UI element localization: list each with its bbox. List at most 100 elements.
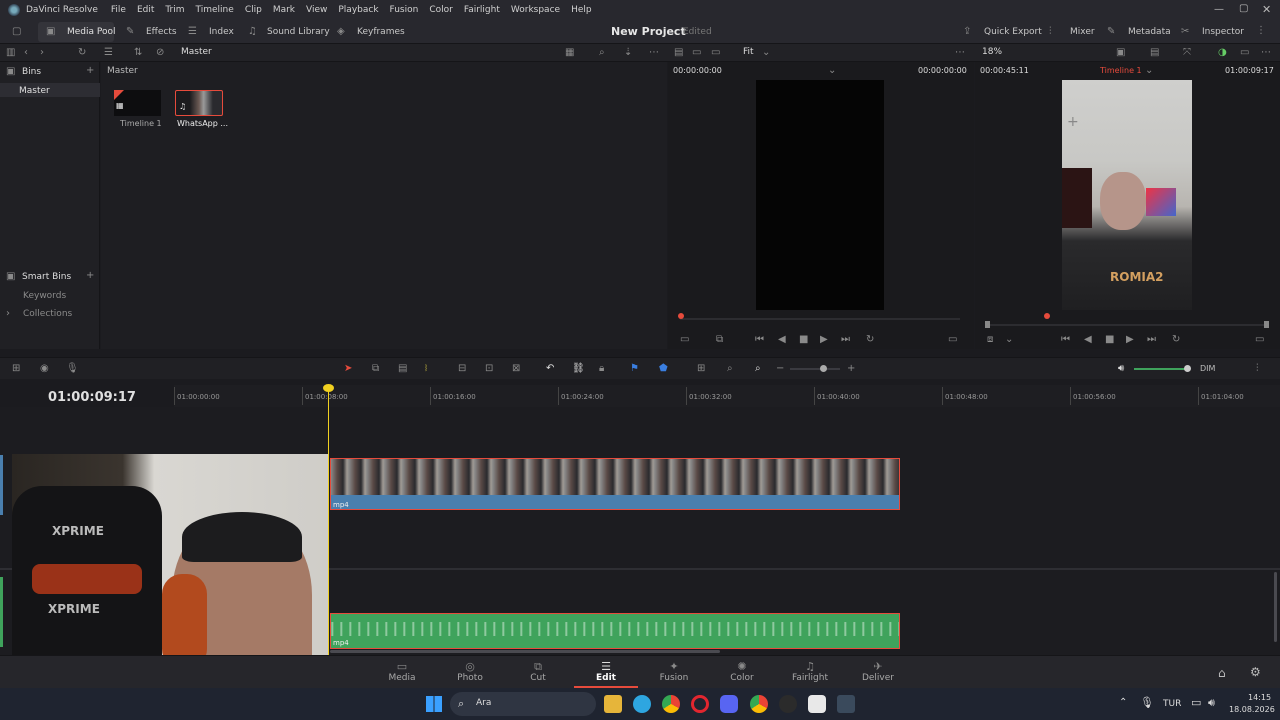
close-icon[interactable]: ✕ — [1262, 3, 1271, 16]
page-edit[interactable]: ☰ Edit — [576, 660, 636, 683]
menu-file[interactable]: File — [111, 5, 126, 15]
pool-options-icon[interactable]: ⋯ — [649, 47, 659, 59]
source-forward-icon[interactable]: ⏭ — [841, 334, 850, 346]
transform-icon[interactable]: ⤧ — [1183, 47, 1191, 59]
viewer-crop-chevron-icon[interactable]: ⌄ — [1005, 334, 1013, 346]
tray-mic-icon[interactable]: 🎙︎ — [1140, 696, 1154, 709]
smart-bin-collections[interactable]: Collections — [23, 309, 72, 319]
zoom-full-icon[interactable]: ⊞ — [697, 363, 705, 375]
timeline-ruler[interactable]: 01:00:00:00 01:00:08:00 01:00:16:00 01:0… — [174, 385, 1280, 407]
playhead-handle[interactable] — [323, 384, 334, 392]
menu-trim[interactable]: Trim — [165, 5, 184, 15]
metadata-button[interactable]: Metadata — [1128, 27, 1171, 37]
page-fairlight[interactable]: ♫ Fairlight — [780, 660, 840, 683]
flag-icon[interactable]: ⚑ — [630, 363, 639, 375]
layout-icon[interactable]: ⊞ — [12, 363, 20, 375]
dim-button[interactable]: DIM — [1200, 364, 1215, 373]
insert-clip-icon[interactable]: ⊟ — [458, 363, 466, 375]
minimize-icon[interactable]: — — [1214, 4, 1224, 15]
maximize-icon[interactable]: ▢ — [1239, 3, 1248, 14]
timeline-name-dropdown[interactable]: Timeline 1 — [1100, 66, 1142, 75]
color-sync-icon[interactable]: ◑ — [1218, 47, 1227, 59]
discord-icon[interactable] — [720, 695, 738, 713]
marker-icon[interactable]: ⬟ — [659, 363, 668, 375]
tray-chevron-icon[interactable]: ⌃ — [1119, 697, 1127, 708]
timeline-scrollbar[interactable] — [330, 650, 720, 653]
mic-icon[interactable]: 🎙︎ — [66, 363, 79, 375]
viewer-layout-icon[interactable]: ▭ — [1240, 47, 1249, 59]
obs-icon[interactable] — [779, 695, 797, 713]
add-smart-bin-icon[interactable]: + — [86, 270, 94, 282]
source-scrubber[interactable] — [680, 318, 960, 320]
sort-icon[interactable]: ⇅ — [134, 47, 142, 59]
source-loop-icon[interactable]: ↻ — [866, 334, 874, 346]
scrubber-end-marker[interactable] — [1264, 321, 1269, 328]
menu-fusion[interactable]: Fusion — [390, 5, 419, 15]
zoom-custom-icon[interactable]: ⌕ — [755, 363, 761, 375]
list-view-icon[interactable]: ☰ — [104, 47, 113, 59]
sound-library-button[interactable]: Sound Library — [267, 27, 330, 37]
tray-language[interactable]: TUR — [1163, 699, 1181, 709]
menu-clip[interactable]: Clip — [245, 5, 262, 15]
clip-timeline-thumb[interactable]: ▦ — [114, 90, 161, 116]
link-icon[interactable]: ⛓ — [572, 363, 585, 375]
tl-loop-icon[interactable]: ↻ — [1172, 334, 1180, 346]
keyframes-button[interactable]: Keyframes — [357, 27, 405, 37]
panel-toggle-icon[interactable]: ▢ — [12, 26, 21, 38]
zoom-slider-knob[interactable] — [820, 365, 827, 372]
source-dropdown-icon[interactable]: ⌄ — [828, 65, 836, 77]
inspector-button[interactable]: Inspector — [1202, 27, 1244, 37]
page-cut[interactable]: ⧉ Cut — [508, 660, 568, 683]
filter-icon[interactable]: ⊘ — [156, 47, 164, 59]
home-icon[interactable]: ⌂ — [1218, 667, 1226, 679]
snapping-icon[interactable]: ↶ — [546, 363, 554, 375]
forward-icon[interactable]: › — [40, 47, 44, 59]
menu-workspace[interactable]: Workspace — [511, 5, 560, 15]
chrome-profile-icon[interactable] — [750, 695, 768, 713]
davinci-taskbar-icon[interactable] — [837, 695, 855, 713]
overwrite-clip-icon[interactable]: ⊡ — [485, 363, 493, 375]
quick-export-button[interactable]: Quick Export — [984, 27, 1042, 37]
vertical-scrollbar[interactable] — [1274, 572, 1277, 642]
smart-bin-keywords[interactable]: Keywords — [23, 291, 66, 301]
grid-view-icon[interactable]: ▦ — [565, 47, 574, 59]
bin-item-master[interactable] — [0, 83, 100, 97]
source-view-mode-icon[interactable]: ▤ — [674, 47, 683, 59]
tray-network-icon[interactable]: ▭ — [1191, 696, 1201, 709]
dual-view-icon[interactable]: ▭ — [692, 47, 701, 59]
menu-mark[interactable]: Mark — [273, 5, 295, 15]
crop-icon[interactable]: ⧈ — [987, 334, 993, 346]
index-button[interactable]: Index — [209, 27, 234, 37]
viewer-options-icon[interactable]: ⋯ — [1261, 47, 1271, 59]
tl-step-back-icon[interactable]: ◀ — [1084, 334, 1092, 346]
menu-edit[interactable]: Edit — [137, 5, 154, 15]
capture-app-icon[interactable] — [808, 695, 826, 713]
timeline-scrubber[interactable] — [987, 324, 1267, 326]
opera-icon[interactable] — [691, 695, 709, 713]
taskbar-search[interactable] — [450, 692, 596, 716]
sidebar-toggle-icon[interactable]: ▥ — [6, 47, 15, 59]
source-stop-icon[interactable]: ■ — [799, 334, 808, 346]
volume-slider[interactable] — [1134, 368, 1188, 370]
file-explorer-icon[interactable] — [604, 695, 622, 713]
telegram-icon[interactable] — [633, 695, 651, 713]
more-icon[interactable]: ⋮ — [1256, 25, 1266, 37]
mixer-button[interactable]: Mixer — [1070, 27, 1095, 37]
tl-rewind-icon[interactable]: ⏮ — [1061, 334, 1070, 346]
dynamic-trim-icon[interactable]: ▤ — [398, 363, 407, 375]
search-icon[interactable]: ⌕ — [599, 47, 605, 59]
chrome-icon[interactable] — [662, 695, 680, 713]
page-color[interactable]: ✺ Color — [712, 660, 772, 683]
tl-stop-icon[interactable]: ■ — [1105, 334, 1114, 346]
audio-clip[interactable]: mp4 — [330, 613, 900, 649]
zoom-detail-icon[interactable]: ⌕ — [727, 363, 733, 375]
tl-match-frame-icon[interactable]: ▭ — [1255, 334, 1264, 346]
page-photo[interactable]: ◎ Photo — [440, 660, 500, 683]
page-media[interactable]: ▭ Media — [372, 660, 432, 683]
blade-tool-icon[interactable]: ⧘ — [425, 363, 427, 375]
clip-whatsapp-thumb[interactable]: ♫ — [175, 90, 223, 116]
source-rewind-icon[interactable]: ⏮ — [755, 334, 764, 346]
tl-forward-icon[interactable]: ⏭ — [1147, 334, 1156, 346]
source-insert-icon[interactable]: ⧉ — [716, 334, 723, 346]
zoom-slider[interactable] — [790, 368, 840, 370]
